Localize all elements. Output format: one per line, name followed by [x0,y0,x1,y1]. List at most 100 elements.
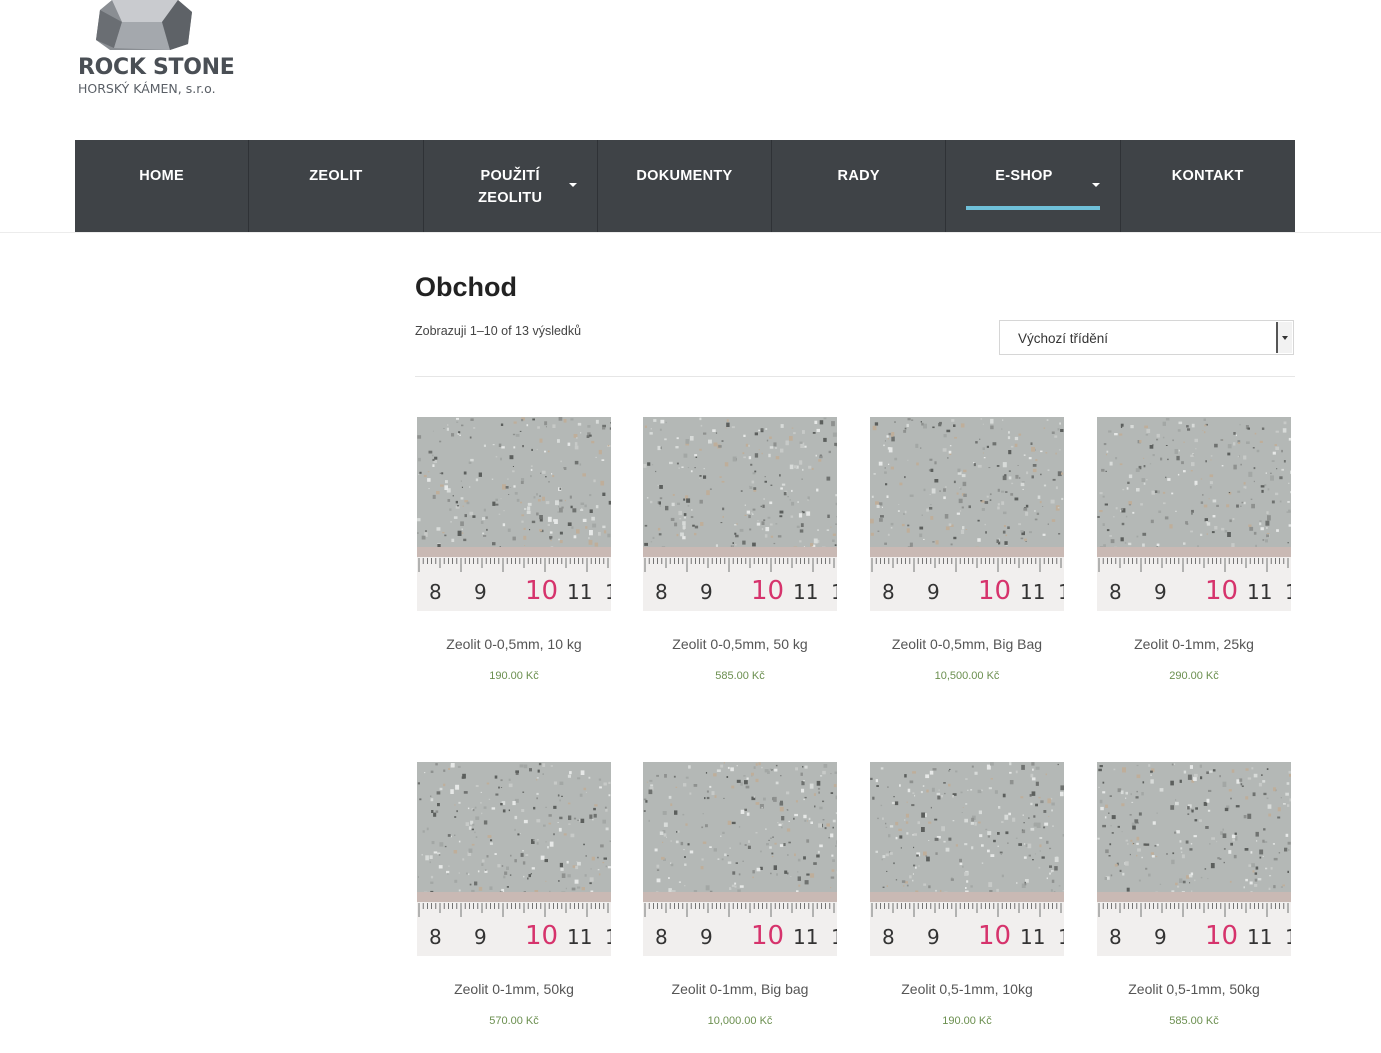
ruler-number: 9 [700,580,713,604]
ruler-number: 10 [525,576,558,606]
nav-item-rady[interactable]: RADY [772,140,947,232]
ruler-number: 10 [1205,576,1238,606]
ruler-number: 11 [1020,925,1045,949]
nav-label: POUŽITÍ ZEOLITU [478,168,543,206]
ruler-number: 9 [700,925,713,949]
product-price: 190.00 Kč [489,670,539,682]
nav-label: DOKUMENTY [636,168,733,184]
zeolite-granules-image: 8910111 [417,417,611,611]
product-price: 10,500.00 Kč [934,670,1000,682]
product-name[interactable]: Zeolit 0,5-1mm, 50kg [1077,981,1311,997]
chevron-down-icon [1091,183,1100,187]
chevron-down-icon [568,183,577,187]
product-card[interactable]: 8910111 Zeolit 0-1mm, Big bag 10,000.00 … [643,762,837,1027]
zeolite-granules-image: 8910111 [870,762,1064,956]
sort-select[interactable]: Výchozí třídění [999,320,1294,355]
product-card[interactable]: 8910111 Zeolit 0-0,5mm, Big Bag 10,500.0… [870,417,1064,682]
sort-selected-value: Výchozí třídění [1018,331,1109,346]
nav-item-zeolit[interactable]: ZEOLIT [249,140,424,232]
product-image[interactable]: 8910111 [643,417,837,611]
ruler-number: 11 [793,925,818,949]
product-image[interactable]: 8910111 [1097,417,1291,611]
zeolite-granules-image: 8910111 [870,417,1064,611]
product-name[interactable]: Zeolit 0-0,5mm, Big Bag [850,636,1084,652]
product-image[interactable]: 8910111 [643,762,837,956]
ruler-number: 11 [1247,925,1272,949]
product-price: 570.00 Kč [489,1015,539,1027]
nav-item-kontakt[interactable]: KONTAKT [1121,140,1295,232]
header-divider [0,232,1381,233]
zeolite-granules-image: 8910111 [1097,417,1291,611]
ruler-number: 8 [882,925,895,949]
ruler-number: 9 [927,925,940,949]
nav-label: KONTAKT [1171,168,1244,184]
product-price: 10,000.00 Kč [707,1015,773,1027]
ruler-number: 11 [1020,580,1045,604]
ruler-number: 9 [1154,925,1167,949]
ruler-number: 8 [429,580,442,604]
site-logo[interactable]: ROCK STONE HORSKÝ KÁMEN, s.r.o. [76,0,235,100]
ruler-number: 8 [1109,580,1122,604]
ruler-number: 1 [1285,925,1291,949]
nav-item-pouziti-zeolitu[interactable]: POUŽITÍ ZEOLITU [424,140,598,232]
product-name[interactable]: Zeolit 0-1mm, 25kg [1077,636,1311,652]
product-name[interactable]: Zeolit 0-0,5mm, 10 kg [397,636,631,652]
ruler-number: 10 [751,921,784,951]
ruler-number: 8 [429,925,442,949]
ruler-number: 9 [927,580,940,604]
product-card[interactable]: 8910111 Zeolit 0-1mm, 50kg 570.00 Kč [417,762,611,1027]
product-image[interactable]: 8910111 [870,417,1064,611]
product-card[interactable]: 8910111 Zeolit 0,5-1mm, 50kg 585.00 Kč [1097,762,1291,1027]
nav-item-home[interactable]: HOME [75,140,250,232]
product-card[interactable]: 8910111 Zeolit 0,5-1mm, 10kg 190.00 Kč [870,762,1064,1027]
product-name[interactable]: Zeolit 0-1mm, 50kg [397,981,631,997]
ruler-number: 1 [831,580,837,604]
page-title: Obchod [415,272,517,302]
ruler-number: 8 [655,925,668,949]
ruler-number: 8 [1109,925,1122,949]
product-price: 585.00 Kč [1169,1015,1219,1027]
chevron-down-icon[interactable] [1276,322,1292,353]
product-image[interactable]: 8910111 [417,417,611,611]
rock-logo-icon [96,0,192,50]
nav-label: RADY [837,168,880,184]
ruler-number: 10 [525,921,558,951]
nav-label: HOME [139,168,184,184]
product-name[interactable]: Zeolit 0-0,5mm, 50 kg [623,636,857,652]
nav-label: E-SHOP [995,168,1053,184]
product-image[interactable]: 8910111 [870,762,1064,956]
product-price: 585.00 Kč [715,670,765,682]
nav-label: ZEOLIT [309,168,363,184]
product-price: 190.00 Kč [942,1015,992,1027]
product-image[interactable]: 8910111 [417,762,611,956]
ruler-number: 10 [978,576,1011,606]
ruler-number: 11 [1247,580,1272,604]
product-name[interactable]: Zeolit 0,5-1mm, 10kg [850,981,1084,997]
active-nav-indicator [966,206,1100,210]
nav-item-dokumenty[interactable]: DOKUMENTY [598,140,773,232]
product-card[interactable]: 8910111 Zeolit 0-1mm, 25kg 290.00 Kč [1097,417,1291,682]
zeolite-granules-image: 8910111 [643,762,837,956]
ruler-number: 11 [567,925,592,949]
main-navigation: HOME ZEOLIT POUŽITÍ ZEOLITU DOKUMENTY RA… [75,140,1295,232]
ruler-number: 9 [474,580,487,604]
ruler-number: 8 [882,580,895,604]
ruler-number: 1 [1058,925,1064,949]
ruler-number: 1 [605,580,611,604]
ruler-number: 10 [1205,921,1238,951]
zeolite-granules-image: 8910111 [1097,762,1291,956]
ruler-number: 8 [655,580,668,604]
ruler-number: 11 [793,580,818,604]
product-price: 290.00 Kč [1169,670,1219,682]
product-card[interactable]: 8910111 Zeolit 0-0,5mm, 10 kg 190.00 Kč [417,417,611,682]
ruler-number: 10 [751,576,784,606]
logo-subtitle: HORSKÝ KÁMEN, s.r.o. [78,81,216,96]
result-count: Zobrazuji 1–10 of 13 výsledků [415,324,582,338]
nav-item-e-shop[interactable]: E-SHOP [946,140,1121,232]
logo-title: ROCK STONE [78,55,235,80]
product-image[interactable]: 8910111 [1097,762,1291,956]
ruler-number: 9 [1154,580,1167,604]
product-card[interactable]: 8910111 Zeolit 0-0,5mm, 50 kg 585.00 Kč [643,417,837,682]
product-name[interactable]: Zeolit 0-1mm, Big bag [623,981,857,997]
ruler-number: 1 [1058,580,1064,604]
